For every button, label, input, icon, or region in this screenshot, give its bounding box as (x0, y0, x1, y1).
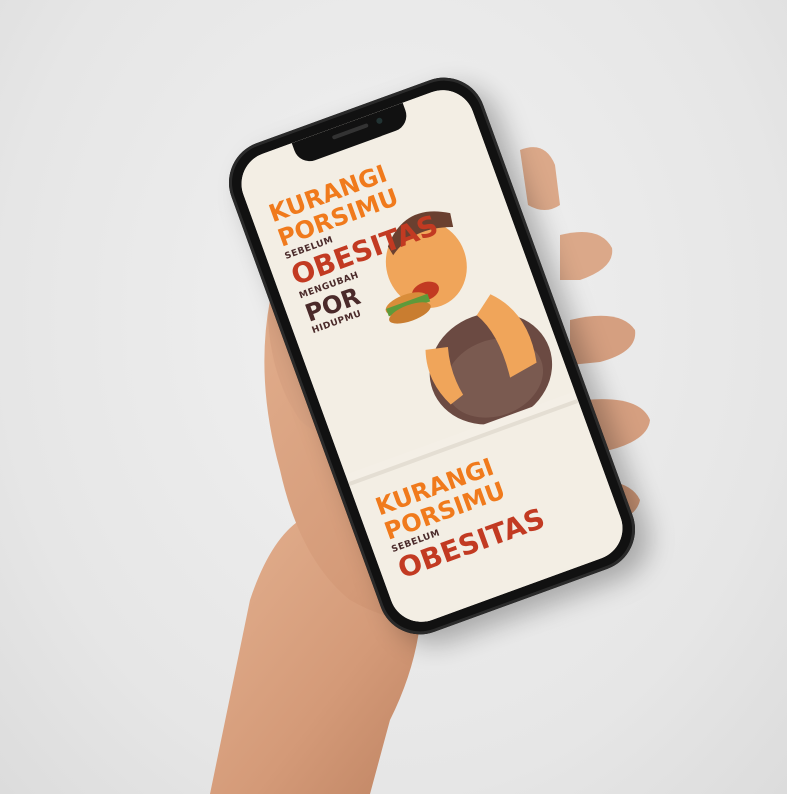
speaker-grille (331, 123, 369, 140)
front-camera-icon (375, 116, 384, 125)
photo-scene: KURANGI PORSIMU SEBELUM OBESITAS MENGUBA… (0, 0, 787, 794)
